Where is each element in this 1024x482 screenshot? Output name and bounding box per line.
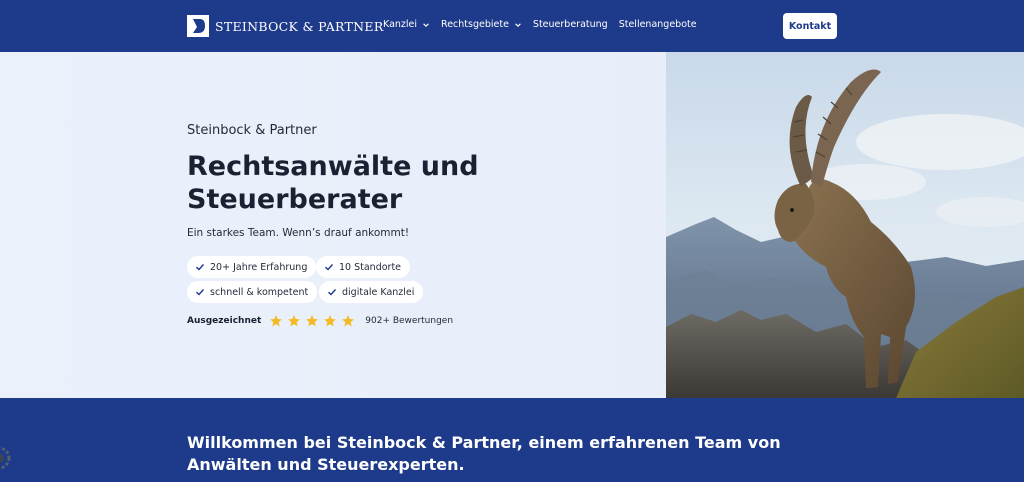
site-header: STEINBOCK & PARTNER Kanzlei Rechtsgebiet… <box>0 0 1024 52</box>
star-icon <box>306 315 319 327</box>
badge-label: digitale Kanzlei <box>342 286 415 298</box>
nav-item-kanzlei[interactable]: Kanzlei <box>383 19 430 30</box>
star-icon <box>324 315 337 327</box>
hero-kicker: Steinbock & Partner <box>187 123 317 138</box>
check-icon <box>328 289 337 296</box>
check-icon <box>325 264 334 271</box>
badge-label: 20+ Jahre Erfahrung <box>210 261 308 273</box>
check-icon <box>196 289 205 296</box>
chevron-down-icon <box>423 22 429 27</box>
badge-fast: schnell & kompetent <box>187 281 318 303</box>
settings-gear-icon[interactable] <box>0 443 12 473</box>
badge-digital: digitale Kanzlei <box>319 281 424 303</box>
nav-item-stellenangebote[interactable]: Stellenangebote <box>619 19 697 30</box>
check-icon <box>196 264 205 271</box>
badge-label: schnell & kompetent <box>210 286 309 298</box>
hero-content: Steinbock & Partner Rechtsanwälte und St… <box>0 52 666 398</box>
hero-ibex-image <box>666 52 1024 398</box>
main-nav: Kanzlei Rechtsgebiete Steuerberatung Ste… <box>383 19 708 30</box>
review-count: 902+ Bewertungen <box>365 316 454 326</box>
contact-button[interactable]: Kontakt <box>783 13 837 39</box>
intro-text: Willkommen bei Steinbock & Partner, eine… <box>187 433 781 474</box>
nav-item-label: Steuerberatung <box>532 19 608 30</box>
rating[interactable]: Ausgezeichnet 902+ Bewertungen <box>187 314 453 328</box>
chevron-down-icon <box>515 22 521 27</box>
logo-text: STEINBOCK & PARTNER <box>215 18 384 34</box>
nav-item-label: Kanzlei <box>383 19 418 30</box>
steinbock-logo-icon <box>187 15 209 37</box>
star-icon <box>288 315 301 327</box>
hero-subline: Ein starkes Team. Wenn’s drauf ankommt! <box>187 227 410 239</box>
hero-section: Steinbock & Partner Rechtsanwälte und St… <box>0 52 1024 398</box>
logo[interactable]: STEINBOCK & PARTNER <box>187 15 384 37</box>
nav-item-rechtsgebiete[interactable]: Rechtsgebiete <box>441 19 522 30</box>
star-icon <box>270 315 283 327</box>
nav-item-label: Rechtsgebiete <box>441 19 509 30</box>
star-icon <box>342 315 355 327</box>
hero-headline: Rechtsanwälte und Steuerberater <box>187 151 479 215</box>
badge-locations: 10 Standorte <box>316 256 411 278</box>
badge-label: 10 Standorte <box>339 261 402 273</box>
rating-label: Ausgezeichnet <box>187 316 262 326</box>
badge-experience: 20+ Jahre Erfahrung <box>187 256 317 278</box>
nav-item-label: Stellenangebote <box>618 19 697 30</box>
nav-item-steuerberatung[interactable]: Steuerberatung <box>533 19 608 30</box>
